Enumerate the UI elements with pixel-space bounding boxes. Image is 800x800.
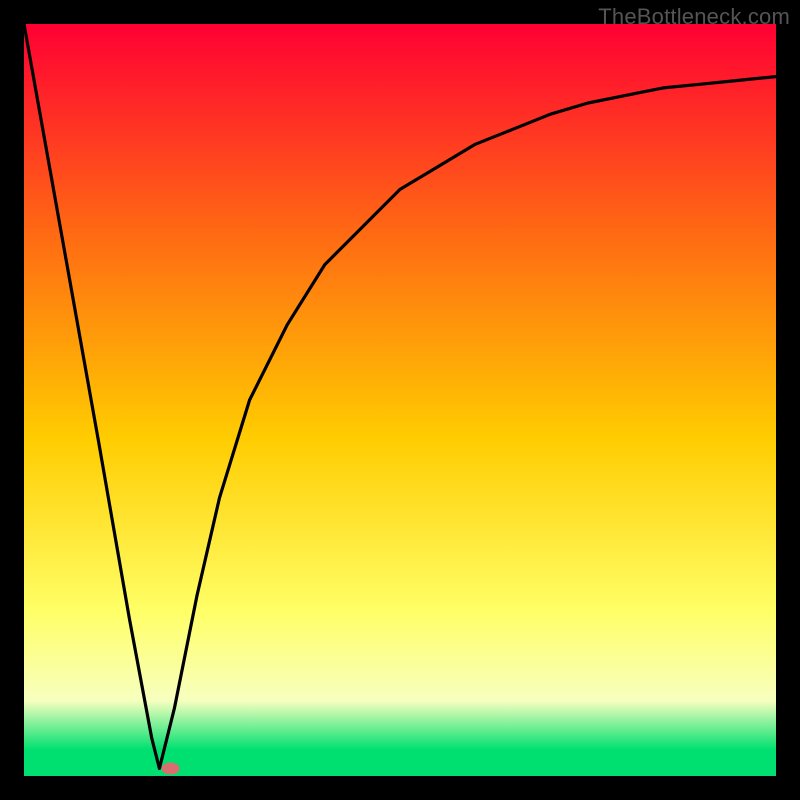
optimum-marker (162, 763, 180, 775)
bottleneck-chart (24, 24, 776, 776)
chart-frame (24, 24, 776, 776)
watermark-text: TheBottleneck.com (598, 4, 790, 30)
